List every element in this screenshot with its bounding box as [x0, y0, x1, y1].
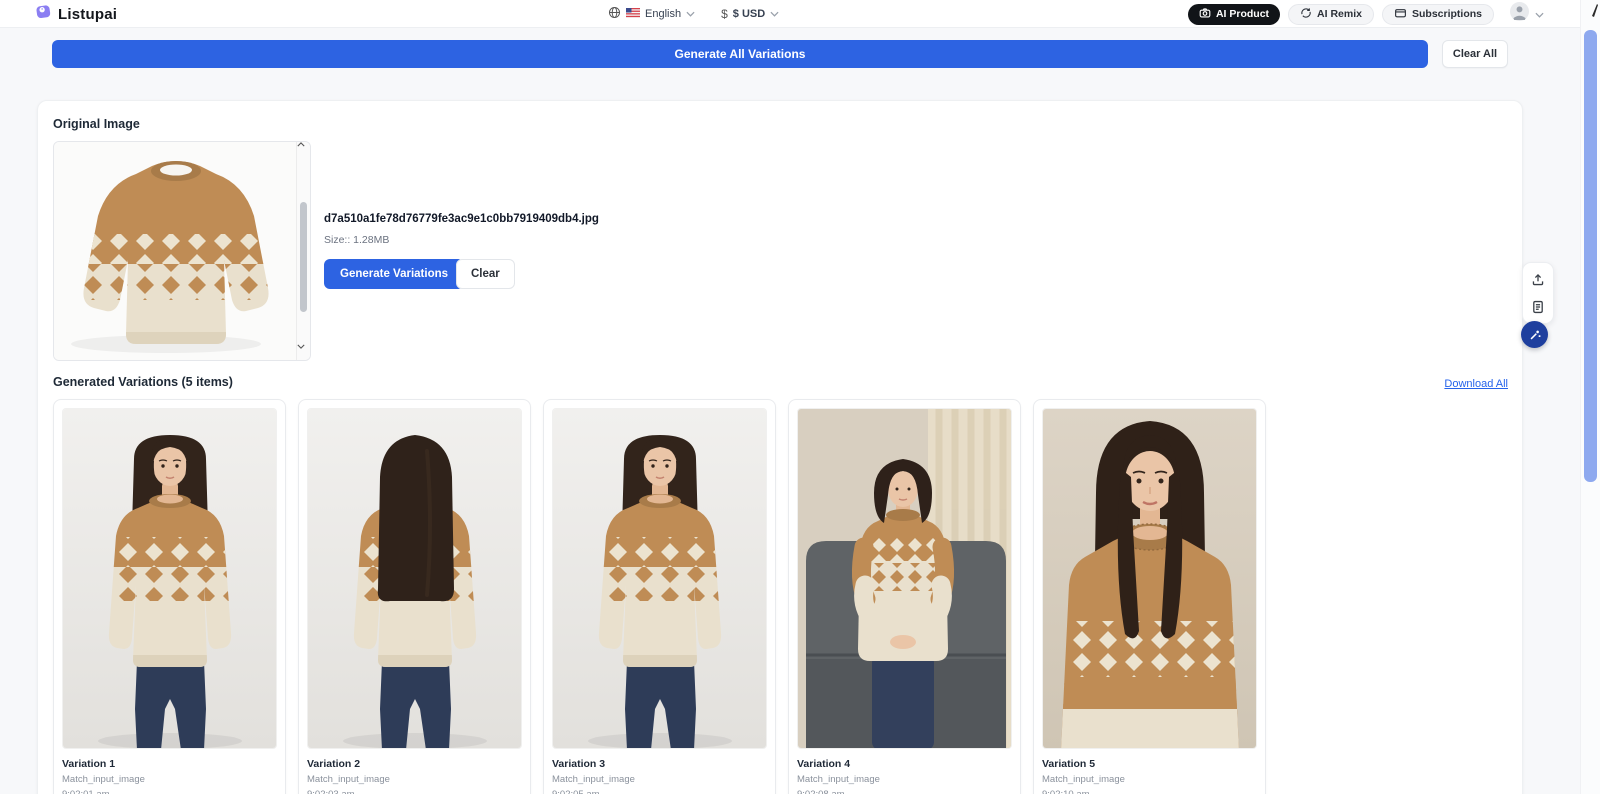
listupai-logo-icon [35, 3, 52, 25]
variation-time: 9:02:08 am [797, 789, 1012, 794]
variation-time: 9:02:01 am [62, 789, 277, 794]
scrollbar-thumb[interactable] [300, 202, 307, 312]
variation-title: Variation 1 [62, 758, 277, 770]
clear-button[interactable]: Clear [456, 259, 515, 289]
variation-card[interactable]: Variation 2 Match_input_image 9:02:03 am [298, 399, 531, 794]
page-scrollbar-thumb[interactable] [1584, 30, 1597, 482]
generated-variations-title: Generated Variations (5 items) [53, 375, 233, 389]
user-menu[interactable] [1510, 2, 1544, 26]
ai-remix-label: AI Remix [1317, 8, 1362, 20]
app-header: Listupai [0, 0, 1600, 28]
chevron-down-icon [686, 8, 695, 20]
variation-time: 9:02:10 am [1042, 789, 1257, 794]
page-scrollbar[interactable] [1580, 0, 1600, 794]
variation-card[interactable]: Variation 3 Match_input_image 9:02:05 am [543, 399, 776, 794]
brand[interactable]: Listupai [35, 0, 117, 28]
variation-image-5[interactable] [1042, 408, 1257, 749]
variation-card[interactable]: Variation 4 Match_input_image 9:02:08 am [788, 399, 1021, 794]
variation-title: Variation 5 [1042, 758, 1257, 770]
scroll-down-icon[interactable] [297, 344, 311, 360]
variation-subtitle: Match_input_image [307, 774, 522, 785]
variation-card[interactable]: Variation 5 Match_input_image 9:02:10 am [1033, 399, 1266, 794]
variation-card[interactable]: Variation 1 Match_input_image 9:02:01 am [53, 399, 286, 794]
variation-subtitle: Match_input_image [1042, 774, 1257, 785]
chevron-down-icon [770, 8, 779, 20]
upload-icon[interactable] [1529, 271, 1547, 289]
variation-time: 9:02:03 am [307, 789, 522, 794]
avatar [1510, 2, 1529, 26]
mouse-cursor [1591, 2, 1599, 18]
original-filesize: Size:: 1.28MB [324, 234, 389, 246]
main-panel: Original Image [37, 100, 1523, 794]
language-label: English [645, 8, 681, 20]
credit-card-icon [1394, 7, 1407, 22]
variation-title: Variation 2 [307, 758, 522, 770]
variation-image-3[interactable] [552, 408, 767, 749]
camera-icon [1199, 7, 1211, 22]
original-image-preview[interactable] [53, 141, 311, 361]
variation-title: Variation 4 [797, 758, 1012, 770]
variation-subtitle: Match_input_image [552, 774, 767, 785]
magic-wand-button[interactable] [1521, 321, 1548, 348]
variation-title: Variation 3 [552, 758, 767, 770]
brand-name: Listupai [58, 6, 117, 23]
remix-icon [1300, 7, 1312, 22]
currency-label: $ USD [733, 8, 765, 20]
generate-all-variations-button[interactable]: Generate All Variations [52, 40, 1428, 68]
globe-icon [608, 6, 621, 22]
ai-product-button[interactable]: AI Product [1188, 4, 1280, 25]
image-box-scrollbar[interactable] [296, 142, 310, 360]
original-sweater-image [54, 142, 298, 360]
header-center: English $ $ USD [608, 0, 779, 28]
side-toolbar [1522, 262, 1554, 324]
document-icon[interactable] [1529, 298, 1547, 316]
variation-subtitle: Match_input_image [797, 774, 1012, 785]
variation-card-list: Variation 1 Match_input_image 9:02:01 am [53, 399, 1266, 794]
variation-image-2[interactable] [307, 408, 522, 749]
flag-icon [626, 8, 640, 21]
ai-remix-button[interactable]: AI Remix [1288, 4, 1374, 25]
dollar-icon: $ [721, 7, 728, 21]
chevron-down-icon [1535, 5, 1544, 23]
variation-time: 9:02:05 am [552, 789, 767, 794]
variation-image-1[interactable] [62, 408, 277, 749]
language-selector[interactable]: English [608, 6, 695, 22]
page: Listupai [0, 0, 1600, 794]
subscriptions-label: Subscriptions [1412, 8, 1482, 20]
download-all-link[interactable]: Download All [1444, 378, 1508, 390]
generate-variations-button[interactable]: Generate Variations [324, 259, 464, 289]
scroll-up-icon[interactable] [297, 142, 311, 158]
subscriptions-button[interactable]: Subscriptions [1382, 4, 1494, 25]
clear-all-button[interactable]: Clear All [1442, 40, 1508, 68]
variation-subtitle: Match_input_image [62, 774, 277, 785]
original-filename: d7a510a1fe78d76779fe3ac9e1c0bb7919409db4… [324, 213, 599, 225]
currency-selector[interactable]: $ $ USD [721, 7, 779, 21]
header-right: AI Product AI Remix [1188, 0, 1544, 28]
original-image-title: Original Image [53, 117, 140, 131]
variation-image-4[interactable] [797, 408, 1012, 749]
ai-product-label: AI Product [1216, 8, 1269, 20]
